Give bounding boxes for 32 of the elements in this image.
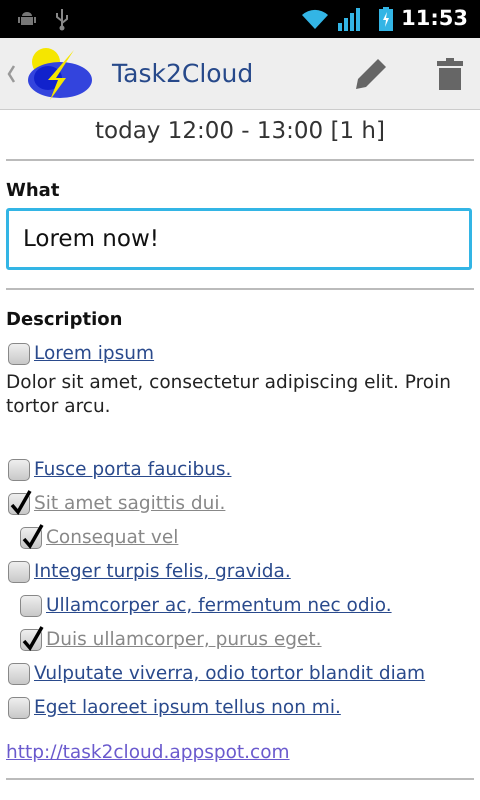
pencil-icon[interactable] (354, 56, 388, 90)
task-link[interactable]: Ullamcorper ac, fermentum nec odio. (46, 592, 392, 620)
task-link[interactable]: Fusce porta faucibus. (34, 456, 232, 484)
field-label: What (5, 178, 60, 202)
field-label: Description (5, 308, 124, 332)
checkbox[interactable] (8, 662, 30, 685)
date-time-range[interactable]: today 12:00 - 13:00 [1 h] (0, 110, 480, 158)
checkbox[interactable] (20, 526, 42, 549)
clock: 11:53 (401, 5, 468, 32)
checkbox[interactable] (8, 342, 30, 364)
checkbox[interactable] (8, 696, 30, 719)
task-link[interactable]: Duis ullamcorper, purus eget. (46, 626, 322, 654)
checkbox[interactable] (8, 492, 30, 515)
task-link[interactable]: Eget laoreet ipsum tellus non mi. (34, 694, 341, 722)
trash-icon[interactable] (436, 56, 464, 90)
title-field[interactable]: Lorem now! (6, 208, 472, 270)
back-icon[interactable] (6, 64, 16, 84)
task-link[interactable]: Sit amet sagittis dui. (34, 490, 226, 518)
task-link[interactable]: Integer turpis felis, gravida. (34, 558, 291, 586)
task-link[interactable]: Vulputate viverra, odio tortor blandit diam (34, 660, 426, 688)
task-note: Dolor sit amet, consectetur adipiscing elit. Proin tortor arcu. (6, 370, 452, 419)
checkbox[interactable] (8, 560, 30, 583)
checkbox[interactable] (8, 458, 30, 481)
app-title: Task2Cloud (112, 58, 254, 90)
checkbox[interactable] (20, 628, 42, 651)
task-link[interactable]: Lorem ipsum (34, 340, 154, 368)
battery-icon (379, 7, 394, 31)
url-link[interactable]: http://task2cloud.appspot.com (6, 738, 290, 766)
usb-icon (54, 7, 70, 31)
task-link[interactable]: Consequat vel (46, 524, 178, 552)
checkbox[interactable] (20, 594, 42, 617)
wifi-icon (301, 8, 330, 30)
